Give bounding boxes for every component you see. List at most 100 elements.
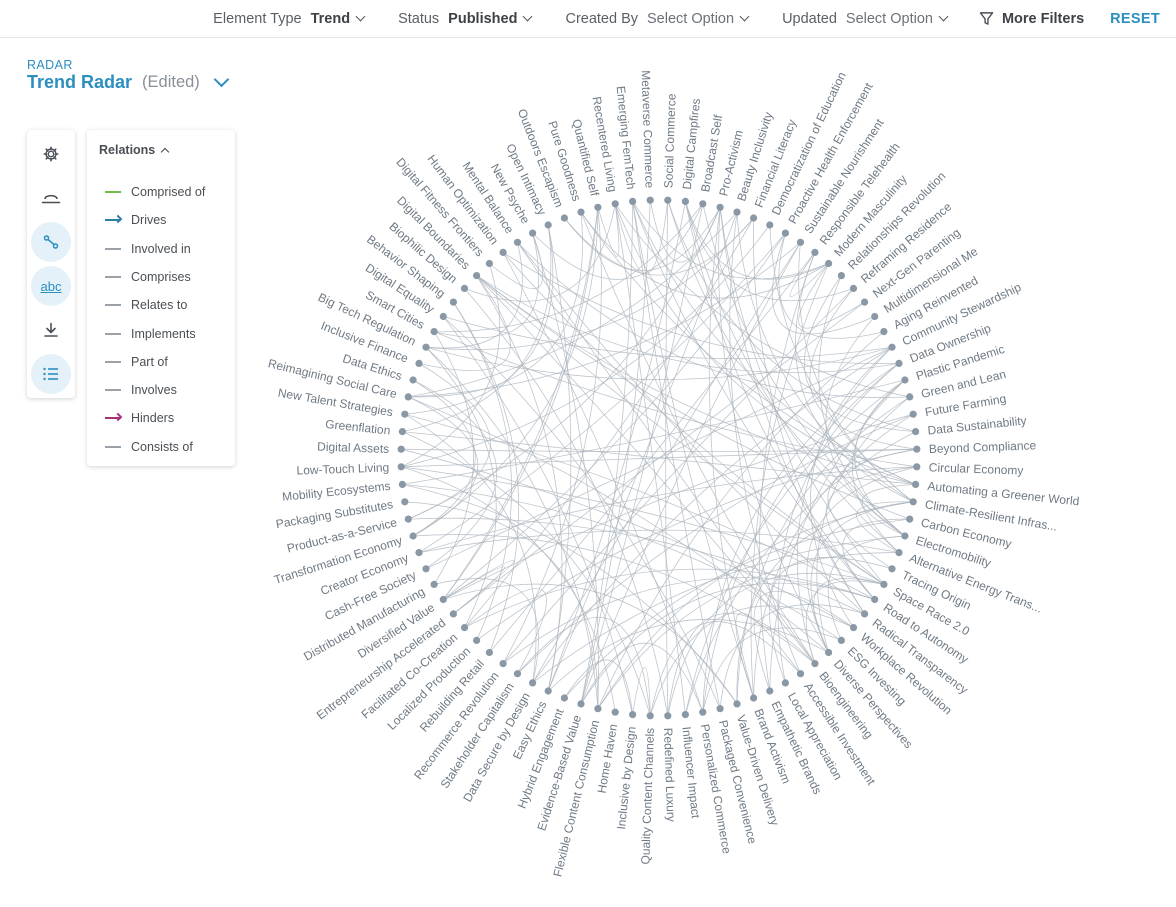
trend-node[interactable]: [544, 221, 552, 229]
trend-node[interactable]: [398, 480, 406, 488]
trend-node[interactable]: [439, 595, 447, 604]
trend-node[interactable]: [811, 248, 819, 256]
trend-node[interactable]: [699, 200, 707, 208]
trend-node[interactable]: [888, 343, 896, 351]
relation-edge[interactable]: [443, 559, 515, 615]
trend-node[interactable]: [409, 376, 417, 384]
trend-node[interactable]: [473, 636, 481, 645]
trend-node[interactable]: [750, 694, 758, 702]
trend-node[interactable]: [485, 648, 493, 657]
relation-edge[interactable]: [729, 212, 801, 674]
trend-node[interactable]: [513, 238, 522, 246]
relation-edge[interactable]: [580, 200, 651, 704]
trend-node[interactable]: [664, 712, 672, 720]
trend-node[interactable]: [397, 445, 405, 453]
trend-node[interactable]: [909, 498, 917, 506]
trend-node[interactable]: [594, 203, 602, 211]
trend-label[interactable]: Beyond Compliance: [929, 438, 1037, 456]
relation-edge[interactable]: [597, 501, 914, 709]
trend-node[interactable]: [781, 679, 790, 687]
trend-node[interactable]: [895, 359, 903, 367]
labels-toggle-button[interactable]: abc: [31, 266, 71, 306]
trend-label[interactable]: Influencer Impact: [679, 726, 702, 820]
trend-node[interactable]: [880, 328, 888, 336]
trend-node[interactable]: [422, 565, 430, 573]
trend-node[interactable]: [837, 272, 846, 280]
trend-node[interactable]: [401, 498, 409, 506]
trend-node[interactable]: [750, 214, 758, 222]
legend-header[interactable]: Relations: [99, 143, 170, 157]
trend-node[interactable]: [664, 196, 672, 204]
trend-node[interactable]: [499, 248, 507, 256]
trend-node[interactable]: [849, 624, 858, 632]
trend-label[interactable]: Circular Economy: [929, 460, 1024, 477]
trend-node[interactable]: [460, 624, 469, 632]
trend-node[interactable]: [544, 687, 552, 695]
trend-node[interactable]: [906, 393, 914, 401]
trend-label[interactable]: Redefined Luxury: [661, 728, 678, 822]
trend-node[interactable]: [888, 565, 896, 573]
trend-node[interactable]: [861, 298, 869, 306]
trend-node[interactable]: [611, 708, 619, 716]
trend-node[interactable]: [681, 711, 690, 719]
trend-node[interactable]: [837, 636, 846, 645]
trend-label[interactable]: Metaverse Commerce: [639, 70, 657, 189]
trend-node[interactable]: [716, 203, 724, 211]
relations-toggle-button[interactable]: [31, 222, 71, 262]
trend-label[interactable]: Digital Assets: [317, 440, 389, 456]
trend-node[interactable]: [439, 312, 447, 321]
trend-node[interactable]: [560, 214, 569, 222]
trend-node[interactable]: [529, 679, 537, 687]
trend-label[interactable]: Quality Content Channels: [638, 728, 657, 865]
trend-node[interactable]: [913, 445, 921, 453]
relation-edge[interactable]: [443, 316, 721, 709]
trend-node[interactable]: [912, 480, 920, 488]
trend-node[interactable]: [871, 595, 879, 604]
trend-node[interactable]: [901, 532, 909, 540]
trend-node[interactable]: [415, 549, 423, 557]
trend-node[interactable]: [422, 343, 430, 351]
trend-node[interactable]: [825, 648, 833, 657]
trend-node[interactable]: [733, 208, 741, 216]
trend-node[interactable]: [449, 298, 457, 306]
trend-node[interactable]: [895, 549, 903, 557]
trend-node[interactable]: [560, 694, 569, 702]
trend-node[interactable]: [880, 580, 888, 589]
trend-node[interactable]: [529, 229, 537, 237]
trend-label[interactable]: Greenflation: [325, 417, 391, 438]
trend-node[interactable]: [449, 610, 457, 618]
trend-node[interactable]: [629, 197, 637, 205]
trend-node[interactable]: [811, 660, 819, 668]
chevron-up-icon[interactable]: [161, 147, 170, 156]
download-button[interactable]: [31, 310, 71, 350]
view-mode-button[interactable]: [31, 178, 71, 218]
trend-node[interactable]: [766, 221, 774, 229]
relation-edge[interactable]: [408, 363, 491, 520]
relation-edge[interactable]: [685, 201, 829, 280]
trend-label[interactable]: Digital Campfires: [680, 98, 703, 190]
trend-label[interactable]: Inclusive by Design: [614, 726, 639, 830]
trend-node[interactable]: [733, 700, 741, 708]
trend-node[interactable]: [397, 463, 405, 471]
trend-node[interactable]: [796, 238, 805, 246]
trend-node[interactable]: [699, 708, 707, 716]
trend-node[interactable]: [577, 208, 585, 216]
trend-node[interactable]: [901, 376, 909, 384]
relation-edge[interactable]: [476, 275, 916, 485]
trend-node[interactable]: [825, 259, 833, 268]
trend-node[interactable]: [430, 580, 438, 589]
trend-node[interactable]: [766, 687, 774, 695]
trend-node[interactable]: [485, 259, 493, 268]
relation-edge[interactable]: [632, 666, 651, 716]
trend-node[interactable]: [513, 670, 522, 678]
trend-node[interactable]: [906, 515, 914, 523]
trend-node[interactable]: [849, 284, 858, 292]
trend-node[interactable]: [409, 532, 417, 540]
trend-node[interactable]: [871, 312, 879, 321]
trend-node[interactable]: [473, 272, 481, 280]
trend-node[interactable]: [430, 328, 438, 336]
trend-node[interactable]: [404, 393, 412, 401]
trend-node[interactable]: [796, 670, 805, 678]
trend-node[interactable]: [861, 610, 869, 618]
trend-node[interactable]: [415, 359, 423, 367]
